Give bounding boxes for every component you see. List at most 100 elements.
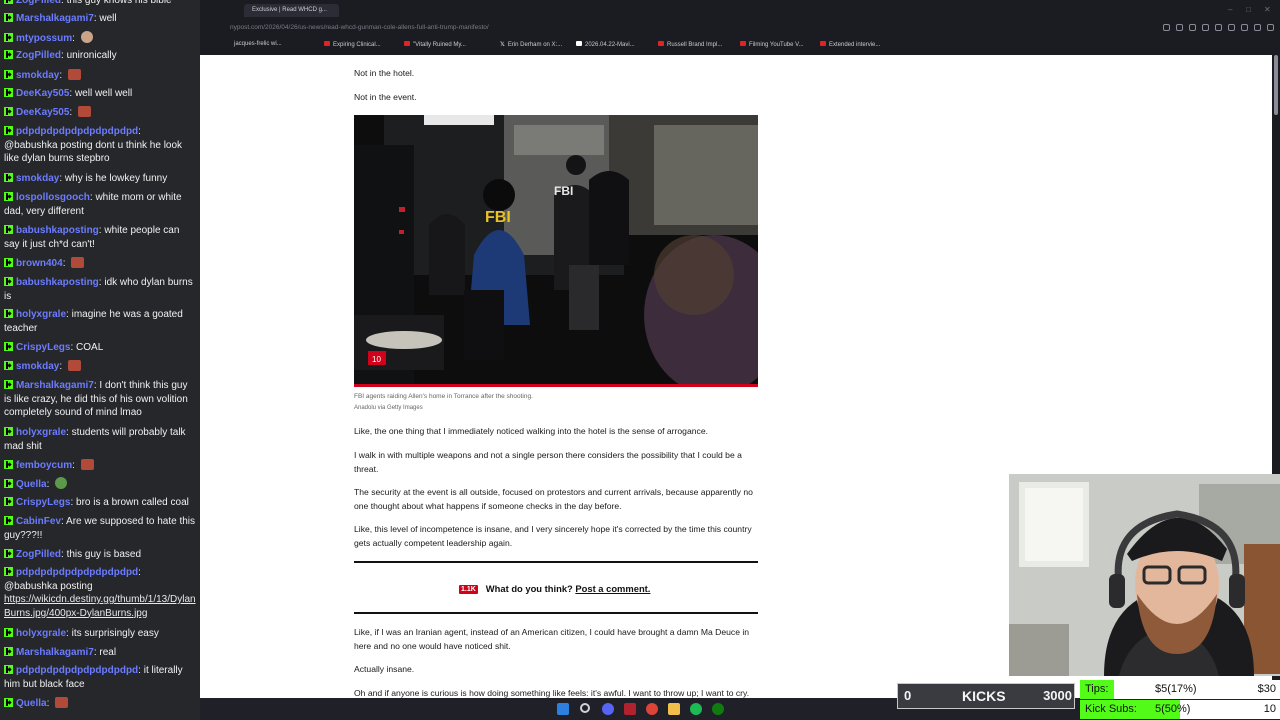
chat-username[interactable]: lospollosgooch xyxy=(16,192,90,203)
x-logo-icon: 𝕏 xyxy=(500,42,505,48)
search-icon[interactable] xyxy=(580,703,590,713)
bookmark-item[interactable]: 2026.04.22-Mavi... xyxy=(576,41,635,48)
send-icon[interactable] xyxy=(1254,24,1261,31)
chat-username[interactable]: CrispyLegs xyxy=(16,497,70,508)
chat-text: @babushka posting dont u think he look l… xyxy=(4,139,183,165)
chat-message: pdpdpdpdpdpdpdpdpdpd: @babushka posting … xyxy=(4,126,183,165)
folder-icon[interactable] xyxy=(668,703,680,715)
bookmark-label: Extended intervie... xyxy=(829,42,881,48)
chat-username[interactable]: ZogPilled xyxy=(16,549,61,560)
bookmark-item[interactable]: jacques-frelic wi... xyxy=(234,41,282,47)
paragraph-6: Actually insane. xyxy=(354,664,415,674)
chat-text: this guy knows his bible xyxy=(66,0,172,6)
bookmark-label: "Vitally Ruined My... xyxy=(413,42,466,48)
chat-username[interactable]: mtypossum xyxy=(16,33,72,44)
comment-cta: 1.1K What do you think? Post a comment. xyxy=(459,583,650,594)
favicon-icon xyxy=(820,41,826,46)
kick-badge-icon xyxy=(4,516,13,525)
shield-icon[interactable] xyxy=(1228,24,1235,31)
chat-username[interactable]: Marshalkagami7 xyxy=(16,13,94,24)
search-icon[interactable] xyxy=(1189,24,1196,31)
chat-emote-icon xyxy=(55,697,69,708)
comment-count-badge[interactable]: 1.1K xyxy=(459,585,478,594)
chat-message: smokday: why is he lowkey funny xyxy=(4,172,196,186)
photo-divider xyxy=(354,384,758,387)
spotify-icon[interactable] xyxy=(690,703,702,715)
tab-active[interactable]: Exclusive | Read WHCD g... xyxy=(244,4,339,17)
bookmarks-bar: jacques-frelic wi... Expiring Clinical...… xyxy=(200,38,1280,53)
chat-message: Quella: xyxy=(4,477,196,492)
bookmark-item[interactable]: Filming YouTube V... xyxy=(740,41,804,48)
chat-username[interactable]: DeeKay505 xyxy=(16,88,69,99)
minimize-icon[interactable]: – xyxy=(1228,6,1236,14)
start-icon[interactable] xyxy=(557,703,569,715)
chat-username[interactable]: Quella xyxy=(16,698,47,709)
chat-message: ZogPilled: this guy knows his bible xyxy=(4,0,196,8)
chat-username[interactable]: smokday xyxy=(16,361,59,372)
chat-username[interactable]: smokday xyxy=(16,70,59,81)
subs-value: 5(50%) xyxy=(1155,703,1191,715)
menu-icon[interactable] xyxy=(1267,24,1274,31)
maximize-icon[interactable]: □ xyxy=(1246,6,1254,14)
chat-username[interactable]: CabinFev xyxy=(16,516,61,527)
bookmark-label: Expiring Clinical... xyxy=(333,42,381,48)
chat-message: ZogPilled: unironically xyxy=(4,49,196,63)
chat-username[interactable]: femboycum xyxy=(16,460,72,471)
chat-message: lospollosgooch: white mom or white dad, … xyxy=(4,192,182,217)
post-comment-link[interactable]: Post a comment. xyxy=(575,583,650,594)
chrome-icon[interactable] xyxy=(646,703,658,715)
chat-username[interactable]: holyxgrale xyxy=(16,427,66,438)
obs-icon[interactable] xyxy=(624,703,636,715)
address-bar[interactable]: nypost.com/2026/04/26/us-news/read-whcd-… xyxy=(200,22,1280,36)
chat-username[interactable]: smokday xyxy=(16,173,59,184)
chat-username[interactable]: babushkaposting xyxy=(16,277,99,288)
chat-message: ZogPilled: this guy is based xyxy=(4,548,196,562)
chat-username[interactable]: ZogPilled xyxy=(16,50,61,61)
bookmark-item[interactable]: Expiring Clinical... xyxy=(324,41,381,48)
xbox-icon[interactable] xyxy=(712,703,724,715)
chat-username[interactable]: DeeKay505 xyxy=(16,107,69,118)
paragraph-2: I walk in with multiple weapons and not … xyxy=(354,450,742,474)
zoom-icon[interactable] xyxy=(1176,24,1183,31)
chat-message: femboycum: xyxy=(4,459,196,473)
kick-badge-icon xyxy=(4,50,13,59)
kick-badge-icon xyxy=(4,460,13,469)
paragraph-7: Oh and if anyone is curious is how doing… xyxy=(354,688,750,698)
chat-message: pdpdpdpdpdpdpdpdpdpd: it literally him b… xyxy=(4,665,183,690)
kick-badge-icon xyxy=(4,665,13,674)
chat-username[interactable]: ZogPilled xyxy=(16,0,61,6)
vest-text-1: FBI xyxy=(485,209,511,226)
discord-icon[interactable] xyxy=(602,703,614,715)
kick-badge-icon xyxy=(4,549,13,558)
chat-link[interactable]: https://wikicdn.destiny.gg/thumb/1/13/Dy… xyxy=(4,594,196,619)
chat-username[interactable]: Marshalkagami7 xyxy=(16,647,94,658)
reader-icon[interactable] xyxy=(1163,24,1170,31)
chat-username[interactable]: CrispyLegs xyxy=(16,342,70,353)
share-icon[interactable] xyxy=(1215,24,1222,31)
close-icon[interactable]: ✕ xyxy=(1264,6,1272,14)
bookmark-item[interactable]: 𝕏 Erin Derham on X:... xyxy=(500,41,562,48)
kicks-goal: 3000 xyxy=(1043,688,1072,703)
chat-username[interactable]: Quella xyxy=(16,479,47,490)
save-icon[interactable] xyxy=(1202,24,1209,31)
chat-username[interactable]: holyxgrale xyxy=(16,309,66,320)
chat-username[interactable]: pdpdpdpdpdpdpdpdpdpd xyxy=(16,665,138,676)
chat-username[interactable]: babushkaposting xyxy=(16,225,99,236)
chat-emote-icon xyxy=(80,459,94,470)
chat-username[interactable]: holyxgrale xyxy=(16,628,66,639)
bookmark-item[interactable]: "Vitally Ruined My... xyxy=(404,41,466,48)
heart-icon[interactable] xyxy=(1241,24,1248,31)
kick-badge-icon xyxy=(4,309,13,318)
bookmark-item[interactable]: Russell Brand Impl... xyxy=(658,41,722,48)
chat-username[interactable]: brown404 xyxy=(16,258,63,269)
chat-username[interactable]: pdpdpdpdpdpdpdpdpdpd xyxy=(16,567,138,578)
chat-username[interactable]: Marshalkagami7 xyxy=(16,380,94,391)
bookmark-item[interactable]: Extended intervie... xyxy=(820,41,880,48)
tips-goal: $30 xyxy=(1257,683,1276,695)
chat-message: babushkaposting: white people can say it… xyxy=(4,225,180,250)
scroll-thumb[interactable] xyxy=(1274,55,1278,115)
url-text[interactable]: nypost.com/2026/04/26/us-news/read-whcd-… xyxy=(230,24,489,31)
vest-text-2: FBI xyxy=(554,184,573,198)
chat-username[interactable]: pdpdpdpdpdpdpdpdpdpd xyxy=(16,126,138,137)
article-photo[interactable]: FBI FBI 10 xyxy=(354,115,758,384)
